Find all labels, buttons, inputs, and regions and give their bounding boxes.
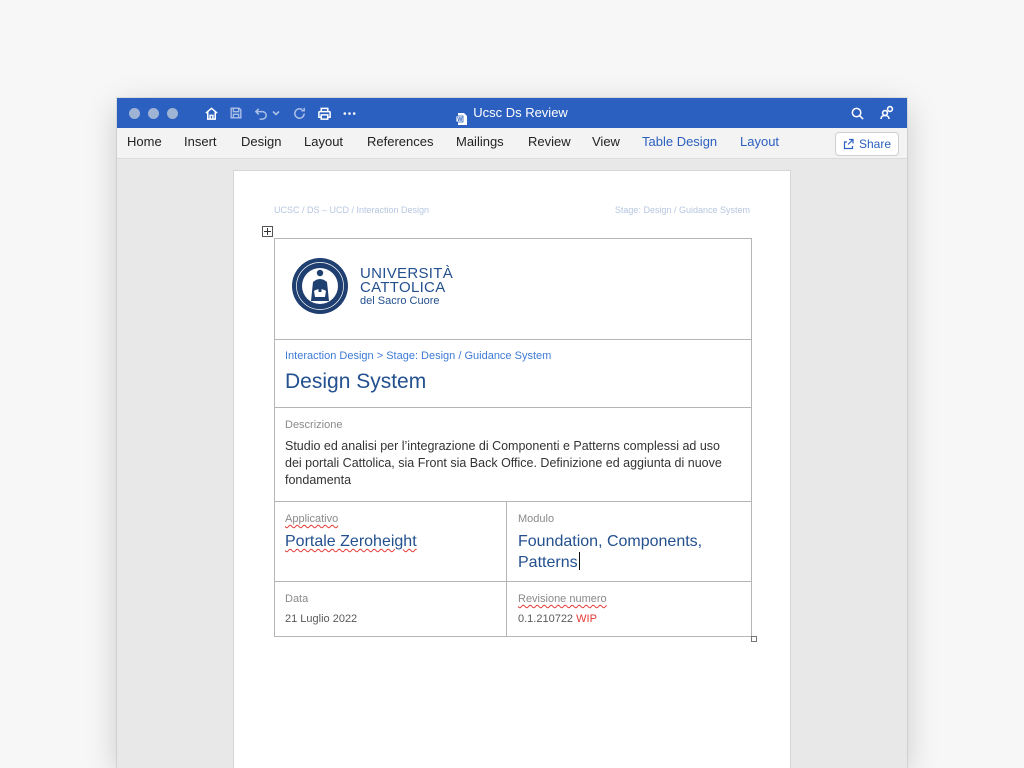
university-logo: UNIVERSITÀ CATTOLICA del Sacro Cuore [291,255,453,324]
tab-design[interactable]: Design [241,128,281,158]
table-resize-handle[interactable] [751,636,757,642]
word-window: W Ucsc Ds Review Home Insert Design Layo… [117,98,907,768]
search-icon[interactable] [849,105,865,121]
table-divider [275,501,751,502]
svg-text:W: W [457,117,463,123]
word-doc-icon: W [455,107,468,125]
window-title: W Ucsc Ds Review [117,98,907,128]
share-button[interactable]: Share [835,132,899,156]
breadcrumb[interactable]: Interaction Design > Stage: Design / Gui… [285,350,551,362]
applicativo-value: Portale Zeroheight [285,533,417,550]
page-header-right: Stage: Design / Guidance System [614,205,750,215]
data-label: Data [285,593,309,605]
title-bar: W Ucsc Ds Review [117,98,907,128]
revisione-label: Revisione numero [518,593,607,605]
document-page[interactable]: UCSC / DS – UCD / Interaction Design Sta… [234,171,790,768]
table-divider [275,581,751,582]
revisione-value: 0.1.210722 [518,613,574,625]
tab-review[interactable]: Review [528,128,571,158]
description-text: Studio ed analisi per l’integrazione di … [285,439,722,487]
modulo-value-line1: Foundation, Components, [518,533,703,550]
table-divider [275,407,751,408]
logo-text-line3: del Sacro Cuore [360,295,440,307]
wip-badge: WIP [576,613,597,625]
tab-table-design[interactable]: Table Design [642,128,717,158]
table-divider [275,339,751,340]
revisione-value-wrapper: 0.1.210722 WIP [518,613,597,625]
document-table: UNIVERSITÀ CATTOLICA del Sacro Cuore Int… [274,238,752,637]
modulo-value[interactable]: Foundation, Components, Patterns [518,532,702,573]
modulo-label: Modulo [518,513,555,525]
text-cursor [578,552,580,570]
descrizione-label: Descrizione [285,419,343,431]
data-value: 21 Luglio 2022 [285,613,358,625]
document-title: Design System [285,370,427,393]
tab-home[interactable]: Home [127,128,162,158]
share-label: Share [858,137,892,151]
tab-view[interactable]: View [592,128,620,158]
account-icon[interactable] [879,105,895,121]
tab-table-layout[interactable]: Layout [740,128,779,158]
logo-text-line2: CATTOLICA [360,279,446,296]
ribbon-tabs: Home Insert Design Layout References Mai… [117,128,907,159]
tab-layout[interactable]: Layout [304,128,343,158]
share-icon [843,138,854,150]
applicativo-label: Applicativo [285,513,339,525]
tab-insert[interactable]: Insert [184,128,217,158]
table-divider [506,501,507,636]
window-title-text: Ucsc Ds Review [473,105,568,120]
modulo-value-line2: Patterns [518,554,578,571]
table-move-handle[interactable] [262,226,273,237]
tab-mailings[interactable]: Mailings [456,128,504,158]
tab-references[interactable]: References [367,128,433,158]
page-header-left: UCSC / DS – UCD / Interaction Design [274,205,430,215]
